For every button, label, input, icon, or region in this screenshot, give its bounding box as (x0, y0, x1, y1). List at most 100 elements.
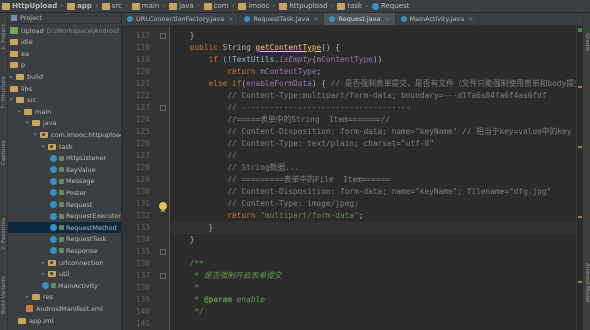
line-number: 140 (135, 307, 150, 316)
tree-item[interactable]: HttpListener (50, 153, 106, 164)
collapse-arrow-icon[interactable]: ▸ (42, 260, 47, 266)
tab-mainactivity[interactable]: MainActivity.java × (396, 13, 480, 25)
code-line[interactable]: // Content-Disposition: form-data; name=… (171, 186, 551, 198)
toolwindow-button-right-1[interactable]: Android Model (583, 258, 590, 308)
code-line[interactable]: } (171, 234, 195, 246)
breadcrumb-app[interactable]: app › (67, 2, 98, 10)
collapse-arrow-icon[interactable]: ▸ (10, 74, 15, 80)
expand-arrow-icon[interactable]: ▾ (42, 144, 47, 150)
tree-item[interactable]: RequestTask (50, 234, 106, 245)
code-line[interactable]: if (!TextUtils.isEmpty(mContentType)) (171, 54, 383, 66)
code-line[interactable]: // Content-Type: image/jpeg; (171, 198, 358, 210)
fold-marker-icon[interactable] (160, 105, 166, 111)
tree-item[interactable]: RequestMethod (8, 222, 121, 234)
code-line[interactable]: */ (171, 306, 203, 318)
expand-arrow-icon[interactable]: ▾ (10, 97, 15, 103)
tree-item[interactable]: UploadD:\Workspace\Android Studio (10, 25, 121, 36)
breadcrumb-com[interactable]: com › (203, 2, 234, 10)
close-icon[interactable]: × (228, 16, 233, 23)
code-line[interactable]: public String getContentType() { (171, 42, 340, 54)
tree-item[interactable]: ▾ com.imooc.httpupload (34, 129, 121, 140)
code-line[interactable]: // Content-Type:multipart/form-data; bou… (171, 90, 546, 102)
expand-arrow-icon[interactable]: ▾ (26, 120, 31, 126)
tab-requesttask[interactable]: RequestTask.java × (239, 13, 325, 25)
tree-item[interactable]: p (10, 60, 25, 71)
intention-bulb-icon[interactable] (159, 202, 167, 212)
code-line[interactable]: // Content-Type: text/plain; charset="ut… (171, 138, 434, 150)
tree-item[interactable]: Message (50, 176, 95, 187)
code-line[interactable]: } (171, 30, 195, 42)
breadcrumb-request[interactable]: Request (371, 2, 409, 10)
code-line[interactable]: // Content-Disposition: form-data; name=… (171, 126, 571, 138)
breadcrumb-main[interactable]: main › (131, 2, 165, 10)
inspection-status-icon[interactable] (578, 28, 582, 32)
tree-item[interactable]: ▾ java (26, 118, 57, 129)
code-line[interactable]: else if(enableFormData) { // 是否强制表单提交，是否… (171, 78, 576, 90)
warning-marker[interactable] (578, 281, 582, 283)
toolwindow-button-0[interactable]: 1: Project (0, 17, 8, 57)
fold-marker-icon[interactable] (160, 273, 166, 279)
fold-marker-icon[interactable] (160, 33, 166, 39)
tree-item[interactable]: Response (50, 245, 97, 256)
tree-item[interactable]: Request (50, 199, 92, 210)
code-line[interactable]: //=====表单中的String Item=======// (171, 114, 390, 126)
code-line[interactable]: * 是否强制开启表单提交 (171, 270, 281, 282)
warning-marker[interactable] (578, 146, 582, 148)
code-line[interactable]: // String数据... (171, 162, 299, 174)
toolwindow-button-right-0[interactable]: Gradle (583, 17, 590, 67)
current-code-line[interactable]: } (171, 222, 576, 234)
tree-item[interactable]: ▾ task (42, 141, 73, 152)
warning-marker[interactable] (578, 216, 582, 218)
close-icon[interactable]: × (468, 16, 473, 23)
code-line[interactable]: return "multipart/form-data"; (171, 210, 363, 222)
tree-item[interactable]: ea (10, 48, 29, 59)
code-line[interactable]: // =========表单中的File Item====== (171, 174, 390, 186)
code-line[interactable]: // ------------------------------------ (171, 102, 410, 114)
expand-arrow-icon[interactable]: ▾ (18, 109, 23, 115)
toolwindow-button-2[interactable]: Captures (0, 133, 8, 173)
tab-urlconnectionfactory[interactable]: URLConnectionFactory.java × (122, 13, 240, 25)
collapse-arrow-icon[interactable]: ▸ (26, 294, 31, 300)
tree-item[interactable]: ▾ main (18, 106, 51, 117)
close-icon[interactable]: × (384, 16, 389, 23)
toolwindow-button-3[interactable]: 2: Favorites (0, 213, 8, 255)
tree-item[interactable]: ▸ build (10, 71, 43, 82)
toolwindow-button-1[interactable]: 7: Structure (0, 73, 8, 113)
tree-item[interactable]: KeyValue (50, 164, 96, 175)
fold-marker-icon[interactable] (160, 249, 166, 255)
line-number: 119 (135, 55, 150, 64)
close-icon[interactable]: × (313, 16, 318, 23)
class-icon (50, 189, 57, 197)
tree-item[interactable]: ▸ util (42, 269, 69, 280)
expand-arrow-icon[interactable]: ▾ (34, 132, 39, 138)
tree-item[interactable]: idle (10, 37, 33, 48)
line-number: 127 (135, 151, 150, 160)
warning-marker[interactable] (578, 86, 582, 88)
tree-item[interactable]: AndroidManifest.xml (26, 303, 103, 314)
code-editor[interactable]: } public String getContentType() { if (!… (171, 26, 576, 330)
breadcrumb-httpupload[interactable]: HttpUpload › (2, 2, 63, 10)
collapse-arrow-icon[interactable]: ▸ (42, 271, 47, 277)
error-stripe[interactable] (576, 26, 582, 330)
code-line[interactable]: return mContentType; (171, 66, 321, 78)
code-line[interactable]: // (171, 150, 236, 162)
project-panel-header[interactable]: Project (8, 13, 121, 24)
tab-request[interactable]: Request.java × (324, 13, 396, 25)
breadcrumb-imooc[interactable]: imooc › (238, 2, 275, 10)
breadcrumb-httpupload[interactable]: httpupload › (279, 2, 333, 10)
breadcrumb-task[interactable]: task › (337, 2, 368, 10)
tree-item[interactable]: MainActivity (42, 280, 98, 291)
code-line[interactable]: /** (171, 258, 204, 270)
tree-item[interactable]: ▾ src (10, 95, 37, 106)
code-line[interactable]: * (171, 282, 199, 294)
code-line[interactable]: * @param enable (171, 294, 264, 306)
tree-item[interactable]: ▸ res (26, 292, 53, 303)
tree-item[interactable]: Poster (50, 187, 86, 198)
tree-item[interactable]: ▸ urlconnection (42, 257, 103, 268)
tree-item[interactable]: RequestExecutor (50, 211, 121, 222)
tree-item[interactable]: app.iml (18, 315, 53, 326)
tree-item[interactable]: libs (10, 83, 32, 94)
breadcrumb-java[interactable]: java › (169, 2, 200, 10)
toolwindow-button-4[interactable]: Build Variants (0, 275, 8, 315)
breadcrumb-src[interactable]: src › (101, 2, 128, 10)
